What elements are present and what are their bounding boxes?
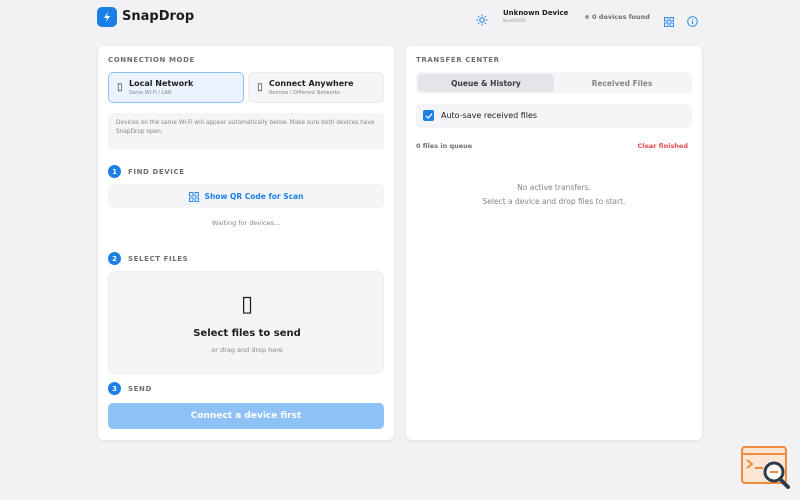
tab-received-files[interactable]: Received Files	[554, 74, 690, 92]
devices-found-count: 0 devices found	[592, 13, 650, 21]
qr-button-label: Show QR Code for Scan	[204, 191, 304, 201]
device-name: Unknown Device	[503, 9, 569, 17]
app-title: SnapDrop	[122, 9, 195, 24]
device-subtitle: NoveDROB	[503, 18, 526, 23]
empty-state-title: No active transfers.	[517, 183, 591, 192]
connection-hint: Devices on the same Wi-Fi will appear au…	[108, 113, 384, 150]
search-logo-icon	[741, 446, 791, 490]
step-title-select-files: SELECT FILES	[128, 255, 189, 263]
mode-local-network[interactable]: ▯ Local Network Same Wi-Fi / LAN	[108, 72, 244, 103]
waiting-status: Waiting for devices...	[211, 219, 281, 227]
autosave-toggle[interactable]: Auto-save received files	[416, 104, 692, 128]
status-dot	[585, 15, 589, 19]
qr-code-icon	[188, 187, 199, 206]
mode-title: Connect Anywhere	[269, 79, 354, 88]
lightning-icon	[97, 7, 117, 27]
step-number: 3	[108, 382, 121, 395]
step-number: 1	[108, 165, 121, 178]
drop-zone-subtitle: or drag and drop here	[211, 346, 283, 354]
autosave-label: Auto-save received files	[441, 111, 538, 120]
step-title-send: SEND	[128, 385, 152, 393]
transfer-panel: TRANSFER CENTER Queue & History Received…	[406, 46, 702, 440]
send-panel: CONNECTION MODE ▯ Local Network Same Wi-…	[98, 46, 394, 440]
file-icon: ▯	[240, 292, 254, 317]
globe-icon: ▯	[257, 82, 263, 93]
show-qr-button[interactable]: Show QR Code for Scan	[108, 184, 384, 208]
grid-icon[interactable]	[664, 12, 674, 27]
app-header: SnapDrop Unknown Device NoveDROB 0 devic…	[0, 0, 800, 36]
queue-count: 0 files in queue	[416, 142, 473, 150]
autosave-checkbox[interactable]	[423, 110, 434, 121]
sun-icon[interactable]	[476, 11, 488, 26]
mode-subtitle: Same Wi-Fi / LAN	[129, 90, 172, 96]
step-number: 2	[108, 252, 121, 265]
transfer-center-title: TRANSFER CENTER	[416, 56, 500, 64]
laptop-icon: ▯	[117, 82, 123, 93]
tab-queue-history[interactable]: Queue & History	[418, 74, 554, 92]
mode-title: Local Network	[129, 79, 194, 88]
empty-state-subtitle: Select a device and drop files to start.	[482, 197, 626, 206]
connection-mode-title: CONNECTION MODE	[108, 56, 195, 64]
mode-subtitle: Remote / Different Networks	[269, 90, 341, 96]
transfer-tabs: Queue & History Received Files	[416, 72, 692, 94]
clear-finished-button[interactable]: Clear finished	[638, 142, 689, 150]
send-button[interactable]: Connect a device first	[108, 403, 384, 429]
drop-zone-title: Select files to send	[193, 328, 301, 339]
mode-connect-anywhere[interactable]: ▯ Connect Anywhere Remote / Different Ne…	[248, 72, 384, 103]
file-drop-zone[interactable]: ▯ Select files to send or drag and drop …	[108, 271, 384, 374]
step-title-find-device: FIND DEVICE	[128, 168, 185, 176]
info-icon[interactable]	[687, 12, 698, 27]
